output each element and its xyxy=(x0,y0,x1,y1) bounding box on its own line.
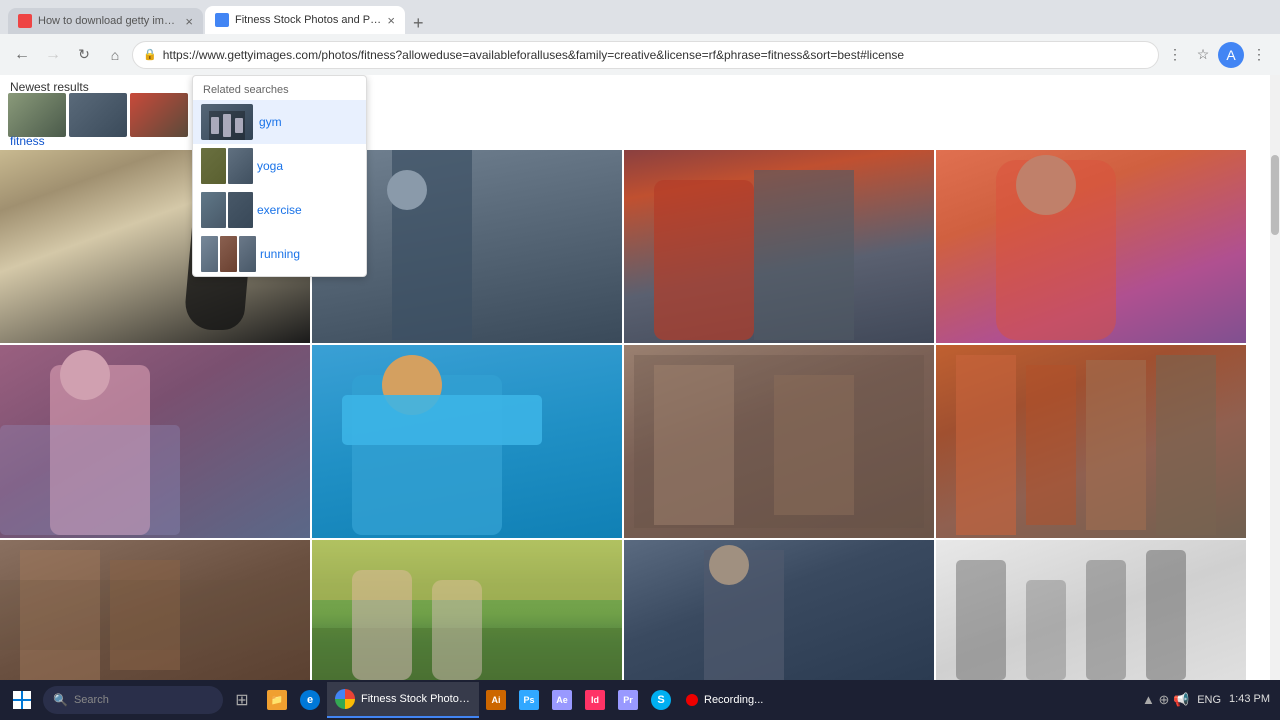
tab-active[interactable]: Fitness Stock Photos and Pict... × xyxy=(205,6,405,34)
taskbar-ai[interactable]: Ai xyxy=(480,684,512,716)
taskbar-chrome[interactable]: Fitness Stock Photos... xyxy=(327,682,479,718)
photo-6-woman-blue[interactable] xyxy=(312,345,622,538)
strip-thumb-1[interactable] xyxy=(8,93,66,137)
taskbar-ae[interactable]: Ae xyxy=(546,684,578,716)
lang-indicator: ENG xyxy=(1197,694,1221,706)
settings-button[interactable]: ⋮ xyxy=(1246,42,1272,68)
related-item-running[interactable]: running xyxy=(193,232,366,276)
photo-4-woman-smile[interactable] xyxy=(936,150,1246,343)
photo-12-yoga-class[interactable] xyxy=(936,540,1246,680)
address-bar[interactable]: 🔒 https://www.gettyimages.com/photos/fit… xyxy=(132,41,1159,69)
refresh-button[interactable]: ↻ xyxy=(70,41,98,69)
photo-5-woman-weights[interactable] xyxy=(0,345,310,538)
taskbar-recording-label: Recording... xyxy=(704,694,763,706)
browser-chrome: How to download getty imag... × Fitness … xyxy=(0,0,1280,720)
forward-button[interactable]: → xyxy=(39,41,67,69)
extensions-button[interactable]: ⋮ xyxy=(1162,42,1188,68)
related-thumb-running-3 xyxy=(239,236,256,272)
tab-label-2: Fitness Stock Photos and Pict... xyxy=(235,14,381,26)
taskbar-id[interactable]: Id xyxy=(579,684,611,716)
new-tab-button[interactable]: + xyxy=(407,12,430,34)
taskbar-file-explorer[interactable]: 📁 xyxy=(261,684,293,716)
start-button[interactable] xyxy=(2,680,42,720)
taskbar-search[interactable]: 🔍 Search xyxy=(43,686,223,714)
related-item-gym[interactable]: gym xyxy=(193,100,366,144)
time-text: 1:43 PM xyxy=(1229,692,1270,707)
related-thumb-yoga-2 xyxy=(228,148,253,184)
related-label-exercise: exercise xyxy=(257,203,302,217)
tab-favicon-2 xyxy=(215,13,229,27)
home-button[interactable]: ⌂ xyxy=(101,41,129,69)
fitness-label[interactable]: fitness xyxy=(10,134,45,148)
related-thumb-running-2 xyxy=(220,236,237,272)
photo-7-kitchen[interactable] xyxy=(624,345,934,538)
back-button[interactable]: ← xyxy=(8,41,36,69)
related-label-running: running xyxy=(260,247,300,261)
related-dropdown: Related searches gym xyxy=(192,75,367,277)
tab-favicon-1 xyxy=(18,14,32,28)
system-tray: ▲ ⊕ 📢 ENG 1:43 PM xyxy=(1142,692,1278,708)
strip-thumb-2[interactable] xyxy=(69,93,127,137)
related-label-yoga: yoga xyxy=(257,159,283,173)
tab-inactive[interactable]: How to download getty imag... × xyxy=(8,8,203,34)
photo-10-mountains[interactable] xyxy=(312,540,622,680)
account-button[interactable]: A xyxy=(1218,42,1244,68)
taskbar-edge[interactable]: e xyxy=(294,684,326,716)
time-display[interactable]: 1:43 PM xyxy=(1229,692,1270,707)
related-thumb-yoga-1 xyxy=(201,148,226,184)
photo-8-dance-class[interactable] xyxy=(936,345,1246,538)
page-content: Newest results fitness Related searches xyxy=(0,75,1280,680)
strip-thumb-3[interactable] xyxy=(130,93,188,137)
taskbar-pr[interactable]: Pr xyxy=(612,684,644,716)
system-tray-icons: ▲ ⊕ 📢 xyxy=(1142,692,1189,708)
scrollbar[interactable] xyxy=(1270,75,1280,680)
toolbar-right: ⋮ ☆ A ⋮ xyxy=(1162,42,1272,68)
taskbar-recording[interactable]: Recording... xyxy=(678,682,771,718)
task-view-button[interactable]: ⊞ xyxy=(224,680,260,720)
tab-bar: How to download getty imag... × Fitness … xyxy=(0,0,1280,34)
url-text: https://www.gettyimages.com/photos/fitne… xyxy=(163,48,1148,62)
photo-row-1 xyxy=(0,150,1270,343)
address-bar-row: ← → ↻ ⌂ 🔒 https://www.gettyimages.com/ph… xyxy=(0,34,1280,75)
related-header: Related searches xyxy=(193,76,366,100)
tab-close-1[interactable]: × xyxy=(185,14,193,29)
related-thumb-gym xyxy=(201,104,253,140)
taskbar: 🔍 Search ⊞ 📁 e Fitness Stock Photos... A… xyxy=(0,680,1280,720)
related-thumb-running-1 xyxy=(201,236,218,272)
taskbar-skype[interactable]: S xyxy=(645,684,677,716)
photo-row-3 xyxy=(0,540,1270,680)
bookmark-button[interactable]: ☆ xyxy=(1190,42,1216,68)
scrollbar-thumb[interactable] xyxy=(1271,155,1279,235)
related-thumb-exercise-1 xyxy=(201,192,226,228)
related-item-exercise[interactable]: exercise xyxy=(193,188,366,232)
main-photo-grid xyxy=(0,150,1270,680)
related-label-gym: gym xyxy=(259,115,282,129)
related-thumb-exercise-2 xyxy=(228,192,253,228)
taskbar-chrome-label: Fitness Stock Photos... xyxy=(361,693,471,705)
tab-close-2[interactable]: × xyxy=(387,13,395,28)
tab-label-1: How to download getty imag... xyxy=(38,15,179,27)
photo-9-kitchen2[interactable] xyxy=(0,540,310,680)
taskbar-ps[interactable]: Ps xyxy=(513,684,545,716)
photo-11-man-sprint[interactable] xyxy=(624,540,934,680)
photo-3-couple-exercise[interactable] xyxy=(624,150,934,343)
newest-results-label: Newest results xyxy=(10,80,89,94)
related-item-yoga[interactable]: yoga xyxy=(193,144,366,188)
lock-icon: 🔒 xyxy=(143,48,157,61)
photo-row-2 xyxy=(0,345,1270,538)
